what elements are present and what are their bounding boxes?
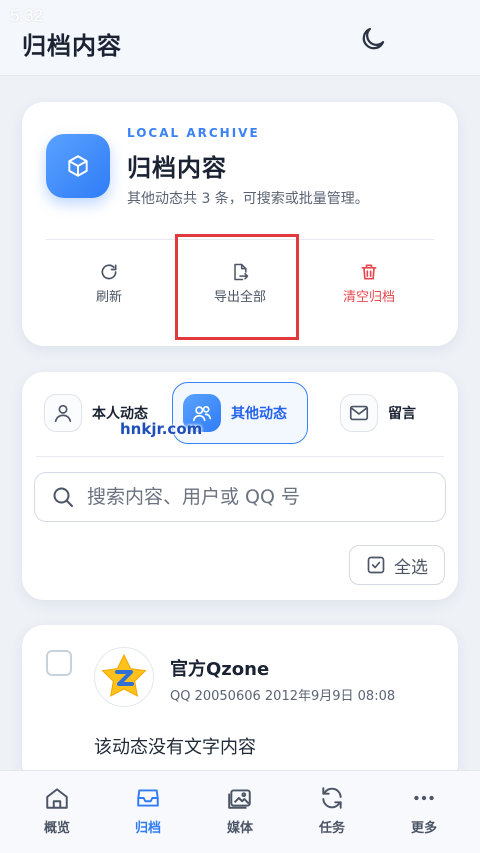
nav-overview-label: 概览 [43,821,70,836]
app-header: 归档内容 [0,0,480,76]
archive-logo [46,134,110,198]
nav-tasks-label: 任务 [318,821,345,836]
image-icon [228,789,251,809]
clear-archive-label: 清空归档 [342,290,395,305]
status-bar-time: 5:32 [10,6,44,25]
nav-archive-label: 归档 [134,821,161,836]
select-all-button[interactable]: 全选 [349,545,445,585]
export-all-label: 导出全部 [213,290,266,305]
home-icon [46,788,68,809]
export-icon [234,263,249,281]
moon-icon [362,27,385,50]
post-content: 该动态没有文字内容 [94,737,256,758]
nav-archive[interactable]: 归档 [108,785,188,836]
select-all-label: 全选 [394,557,428,578]
refresh-label: 刷新 [95,290,122,305]
mail-icon [349,405,369,421]
qzone-star-logo [101,653,147,697]
nav-tasks[interactable]: 任务 [292,785,372,836]
user-icon [54,404,72,423]
search-input[interactable] [87,486,417,508]
search-icon [53,487,73,507]
cube-icon [68,155,88,177]
nav-media-label: 媒体 [226,821,253,836]
post-meta: QQ 20050606 2012年9月9日 08:08 [170,689,396,704]
archive-title: 归档内容 [127,154,227,182]
page-title: 归档内容 [22,32,122,60]
nav-more-label: 更多 [410,821,437,836]
refresh-button[interactable]: 刷新 [49,262,169,312]
avatar[interactable] [94,647,154,707]
app-screen: 归档内容 5:32 LOCAL ARCHIVE 归档内容 其他动态共 3 条，可… [0,0,480,853]
trash-icon [361,264,377,280]
export-all-button[interactable]: 导出全部 [180,262,300,312]
clear-archive-button[interactable]: 清空归档 [309,262,429,312]
mail-icon-box [340,394,378,432]
nav-overview[interactable]: 概览 [17,785,97,836]
inbox-icon [137,789,159,807]
nav-media[interactable]: 媒体 [200,785,280,836]
bottom-navigation: 概览 归档 媒体 任务 更多 [0,770,480,853]
filter-card: 本人动态 其他动态 留言 hnkjr.com 搜索内容、用户或 QQ 号 全选 [22,372,458,600]
tab-messages-label: 留言 [388,406,416,422]
sync-icon [322,787,342,809]
tab-messages[interactable]: 留言 [340,382,450,444]
tabs-divider [36,456,444,457]
archive-summary-card: LOCAL ARCHIVE 归档内容 其他动态共 3 条，可搜索或批量管理。 刷… [22,102,458,346]
post-author: 官方Qzone [170,659,270,680]
search-box[interactable] [34,472,446,522]
watermark-text: hnkjr.com [120,420,203,438]
checkbox-icon [367,556,385,574]
more-dots-icon [414,795,434,801]
refresh-icon [101,264,117,280]
user-icon-box [44,394,82,432]
archive-eyebrow: LOCAL ARCHIVE [127,126,260,140]
theme-toggle-button[interactable] [358,24,388,54]
tab-other-label: 其他动态 [231,406,287,422]
archive-description: 其他动态共 3 条，可搜索或批量管理。 [127,191,369,207]
post-card[interactable]: 官方Qzone QQ 20050606 2012年9月9日 08:08 该动态没… [22,625,458,785]
archive-divider [46,239,434,240]
post-checkbox[interactable] [46,650,72,676]
nav-more[interactable]: 更多 [384,785,464,836]
